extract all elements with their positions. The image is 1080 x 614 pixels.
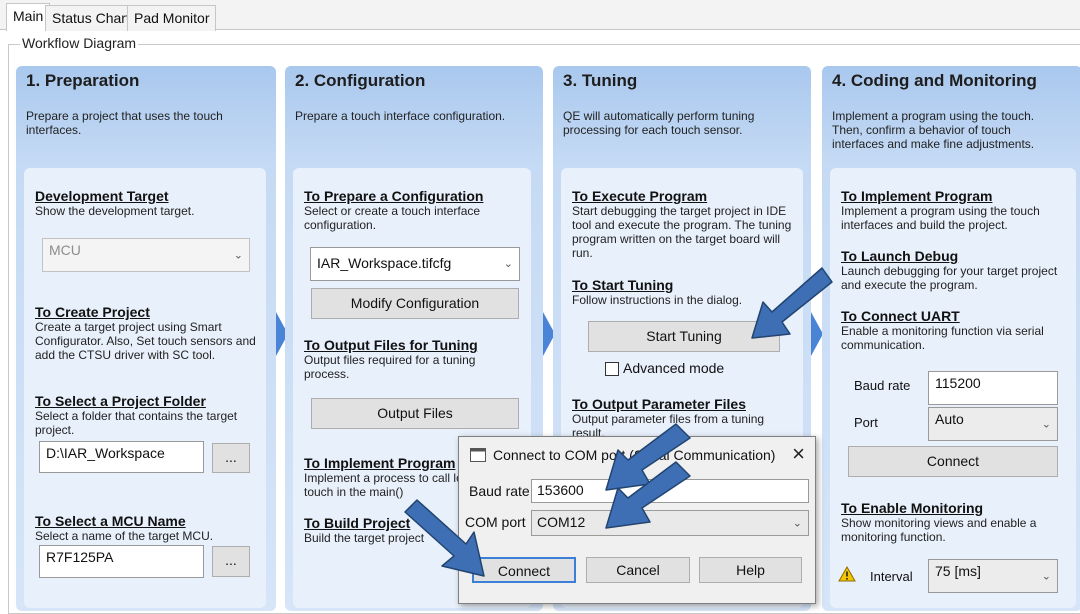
- column-description: Implement a program using the touch. The…: [832, 109, 1035, 151]
- connect-uart-desc: Enable a monitoring function via serial …: [841, 324, 1044, 352]
- enable-monitoring-desc: Show monitoring views and enable a monit…: [841, 516, 1037, 544]
- column-description: QE will automatically perform tuning pro…: [563, 109, 755, 137]
- select-folder-title[interactable]: To Select a Project Folder: [35, 393, 260, 409]
- dialog-com-label: COM port: [465, 514, 526, 530]
- column-description: Prepare a project that uses the touch in…: [26, 109, 223, 137]
- create-project-title[interactable]: To Create Project: [35, 304, 260, 320]
- uart-baud-input[interactable]: 115200: [928, 371, 1058, 405]
- connect-uart-section: To Connect UART Enable a monitoring func…: [841, 308, 1066, 352]
- tab-bar: Main Status Chart Pad Monitor: [0, 0, 1080, 31]
- config-file-value: IAR_Workspace.tifcfg: [317, 255, 452, 271]
- interval-select[interactable]: 75 [ms] ⌄: [928, 559, 1058, 593]
- dialog-baud-label: Baud rate: [469, 483, 530, 499]
- advanced-mode-checkbox[interactable]: [605, 362, 619, 376]
- tab-pad-monitor[interactable]: Pad Monitor: [127, 5, 217, 31]
- window-icon: [470, 448, 486, 462]
- browse-folder-button[interactable]: ...: [212, 443, 250, 473]
- impl-program-title[interactable]: To Implement Program: [841, 188, 1066, 204]
- mcu-select-value: MCU: [49, 242, 81, 258]
- column-coding-monitoring: 4. Coding and Monitoring Implement a pro…: [822, 66, 1080, 611]
- connect-uart-title[interactable]: To Connect UART: [841, 308, 1066, 324]
- uart-port-label: Port: [854, 415, 878, 430]
- chevron-down-icon: ⌄: [233, 249, 243, 262]
- tab-status-chart[interactable]: Status Chart: [45, 5, 137, 31]
- mcu-select[interactable]: MCU ⌄: [42, 238, 250, 272]
- connect-com-dialog: Connect to COM port (Serial Communicatio…: [458, 436, 816, 604]
- chevron-down-icon: ⌄: [1041, 570, 1051, 583]
- modify-configuration-button[interactable]: Modify Configuration: [311, 288, 519, 319]
- start-tuning-desc: Follow instructions in the dialog.: [572, 293, 743, 307]
- param-files-title[interactable]: To Output Parameter Files: [572, 396, 796, 412]
- dev-target-desc: Show the development target.: [35, 204, 195, 218]
- interval-value: 75 [ms]: [935, 563, 981, 579]
- execute-program-section: To Execute Program Start debugging the t…: [572, 188, 796, 260]
- chevron-down-icon: ⌄: [1041, 418, 1051, 431]
- coding-monitoring-panel: To Implement Program Implement a program…: [830, 168, 1076, 608]
- execute-program-desc: Start debugging the target project in ID…: [572, 204, 792, 260]
- chevron-down-icon: ⌄: [792, 517, 802, 530]
- select-folder-desc: Select a folder that contains the target…: [35, 409, 238, 437]
- select-folder-section: To Select a Project Folder Select a fold…: [35, 393, 260, 437]
- enable-monitoring-title[interactable]: To Enable Monitoring: [841, 500, 1066, 516]
- prepare-config-section: To Prepare a Configuration Select or cre…: [304, 188, 524, 232]
- interval-label: Interval: [870, 569, 913, 584]
- folder-path-input[interactable]: D:\IAR_Workspace: [39, 441, 204, 473]
- column-title: 1. Preparation: [26, 71, 140, 90]
- uart-connect-button[interactable]: Connect: [848, 446, 1058, 477]
- impl-program-section: To Implement Program Implement a program…: [841, 188, 1066, 232]
- execute-program-title[interactable]: To Execute Program: [572, 188, 796, 204]
- dialog-baud-input[interactable]: 153600: [531, 479, 809, 503]
- output-files-title[interactable]: To Output Files for Tuning: [304, 337, 524, 353]
- uart-port-select[interactable]: Auto ⌄: [928, 407, 1058, 441]
- uart-baud-label: Baud rate: [854, 378, 911, 393]
- workflow-title: Workflow Diagram: [20, 35, 139, 51]
- column-title: 3. Tuning: [563, 71, 638, 90]
- column-title: 4. Coding and Monitoring: [832, 71, 1037, 90]
- prepare-config-title[interactable]: To Prepare a Configuration: [304, 188, 524, 204]
- column-title: 2. Configuration: [295, 71, 426, 90]
- launch-debug-section: To Launch Debug Launch debugging for you…: [841, 248, 1066, 292]
- config-file-select[interactable]: IAR_Workspace.tifcfg ⌄: [310, 247, 520, 281]
- launch-debug-title[interactable]: To Launch Debug: [841, 248, 1066, 264]
- start-tuning-section: To Start Tuning Follow instructions in t…: [572, 277, 796, 307]
- chevron-down-icon: ⌄: [503, 258, 513, 270]
- advanced-mode-label: Advanced mode: [623, 360, 725, 376]
- dev-target-title[interactable]: Development Target: [35, 188, 260, 204]
- dev-target-section: Development Target Show the development …: [35, 188, 260, 218]
- create-project-desc: Create a target project using Smart Conf…: [35, 320, 256, 362]
- dialog-help-button[interactable]: Help: [699, 557, 802, 583]
- warning-icon: [838, 566, 856, 582]
- prepare-config-desc: Select or create a touch interface confi…: [304, 204, 481, 232]
- output-files-desc: Output files required for a tuning proce…: [304, 353, 476, 381]
- column-description: Prepare a touch interface configuration.: [295, 109, 506, 123]
- dialog-cancel-button[interactable]: Cancel: [586, 557, 690, 583]
- mcu-name-input[interactable]: R7F125PA: [39, 545, 204, 578]
- dialog-com-select[interactable]: COM12 ⌄: [531, 510, 809, 536]
- dialog-connect-button[interactable]: Connect: [472, 557, 576, 583]
- impl-program-desc: Implement a program using the touch inte…: [841, 204, 1040, 232]
- output-files-section: To Output Files for Tuning Output files …: [304, 337, 524, 381]
- dialog-title: Connect to COM port (Serial Communicatio…: [493, 447, 776, 463]
- enable-monitoring-section: To Enable Monitoring Show monitoring vie…: [841, 500, 1066, 544]
- create-project-section: To Create Project Create a target projec…: [35, 304, 260, 362]
- mcu-name-section: To Select a MCU Name Select a name of th…: [35, 513, 260, 543]
- launch-debug-desc: Launch debugging for your target project…: [841, 264, 1058, 292]
- start-tuning-button[interactable]: Start Tuning: [588, 321, 780, 352]
- dialog-com-value: COM12: [537, 514, 586, 530]
- tab-main[interactable]: Main: [6, 3, 51, 31]
- column-preparation: 1. Preparation Prepare a project that us…: [16, 66, 276, 611]
- mcu-name-desc: Select a name of the target MCU.: [35, 529, 214, 543]
- mcu-name-title[interactable]: To Select a MCU Name: [35, 513, 260, 529]
- param-files-section: To Output Parameter Files Output paramet…: [572, 396, 796, 440]
- close-icon[interactable]: ×: [792, 442, 805, 466]
- browse-mcu-button[interactable]: ...: [212, 546, 250, 577]
- uart-port-value: Auto: [935, 411, 964, 427]
- start-tuning-title[interactable]: To Start Tuning: [572, 277, 796, 293]
- preparation-panel: Development Target Show the development …: [24, 168, 266, 608]
- output-files-button[interactable]: Output Files: [311, 398, 519, 429]
